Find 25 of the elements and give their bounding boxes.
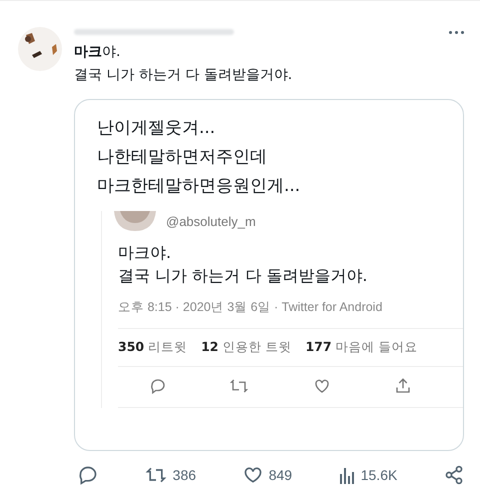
tweet-text: 결국 니가 하는거 다 돌려받을거야. [74,66,294,85]
share-icon[interactable] [444,465,464,485]
tweet-text: 결국 니가 하는거 다 돌려받을거야. [118,265,368,287]
tweet-stat: 177 마음에 들어요 [305,339,418,356]
retweet-icon[interactable] [144,465,167,485]
quote-text: 난이게젤웃겨... [97,117,216,140]
tweet-stat: 12 인용한 트윗 [201,339,292,356]
tweet-text: 마크야. [118,242,172,264]
retweet-count: 386 [172,467,196,483]
more-icon[interactable] [449,30,464,34]
user-handle: @absolutely_m [166,214,256,228]
heart-icon[interactable] [242,465,263,485]
tweet-timestamp: 오후 8:15 · 2020년 3월 6일 · Twitter for Android [118,299,463,329]
view-count: 15.6K [360,467,398,483]
quote-card[interactable]: 난이게젤웃겨... 나한테말하면저주인데 마크한테말하면응원인게... @absolutely_m 마크야. 결국 니가 하는거 다 돌려받을거야. 오후 8:15 · 2020년 3월 6일 · Twitter for Android 350 리트윗 12 인용한 트윗 177 마음에 들어요 [74,99,464,451]
quote-text: 마크한테말하면응원인게... [97,175,302,198]
reply-icon[interactable] [78,465,98,485]
like-count: 849 [268,467,292,483]
tweet-stat: 350 리트윗 [118,339,188,356]
bar-chart-icon[interactable] [338,466,355,484]
share-icon [394,377,412,395]
retweet-icon [229,377,250,395]
tweet-text: 마크야. [74,43,122,62]
quote-text: 나한테말하면저주인데 [97,146,268,169]
reply-icon [149,377,168,395]
